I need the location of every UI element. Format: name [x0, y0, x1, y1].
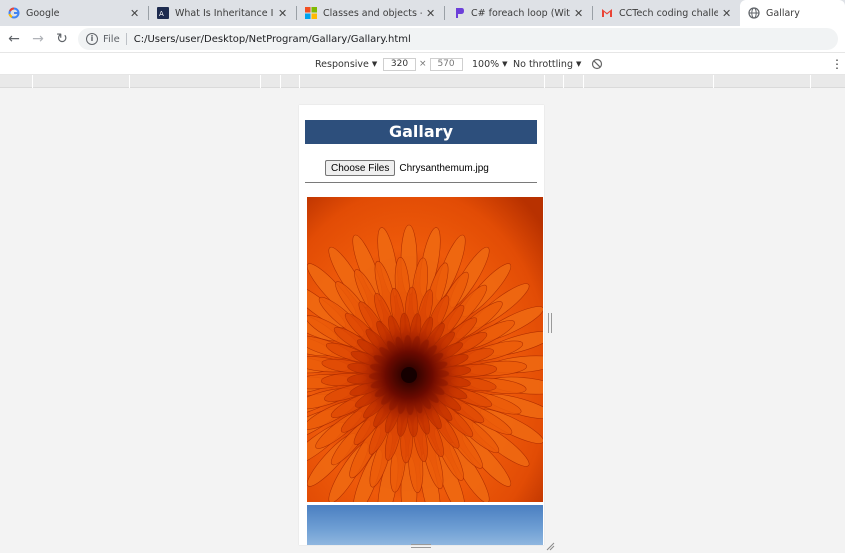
- resize-corner-icon[interactable]: [545, 541, 555, 551]
- height-input[interactable]: 570: [429, 57, 463, 71]
- responsive-dropdown[interactable]: Responsive ▼: [315, 57, 377, 71]
- tab-classes[interactable]: Classes and objects - Intr ✕: [297, 0, 444, 26]
- close-icon[interactable]: ✕: [722, 7, 732, 20]
- resize-handle-right[interactable]: [548, 313, 552, 333]
- device-toolbar: Responsive ▼ 320 × 570 100% ▼ No throttlin…: [0, 52, 845, 75]
- tab-title: C# foreach loop (With Ex: [471, 7, 570, 19]
- url-text: C:/Users/user/Desktop/NetProgram/Gallary…: [133, 33, 411, 45]
- globe-icon: [748, 7, 760, 19]
- resize-handle-bottom[interactable]: [411, 544, 431, 548]
- width-input[interactable]: 320: [383, 57, 416, 71]
- page-title: Gallary: [305, 120, 537, 144]
- zoom-dropdown[interactable]: 100% ▼: [472, 57, 508, 71]
- tab-inheritance[interactable]: A What Is Inheritance In C# ✕: [149, 0, 296, 26]
- close-icon[interactable]: ✕: [278, 7, 288, 20]
- tab-title: What Is Inheritance In C#: [175, 7, 274, 19]
- gmail-icon: [601, 7, 613, 19]
- file-picker: Choose Files Chrysanthemum.jpg: [325, 160, 489, 176]
- reload-icon[interactable]: ↻: [50, 28, 74, 50]
- divider: [305, 182, 537, 183]
- tab-title: Google: [26, 7, 60, 19]
- caret-down-icon: ▼: [502, 60, 508, 68]
- scheme-label: File: [103, 33, 120, 45]
- tab-strip: Google ✕ A What Is Inheritance In C# ✕ C…: [0, 0, 845, 26]
- tab-foreach[interactable]: C# foreach loop (With Ex ✕: [445, 0, 592, 26]
- tab-title: Classes and objects - Intr: [323, 7, 422, 19]
- tab-google[interactable]: Google ✕: [0, 0, 148, 26]
- tab-title: Gallary: [766, 7, 800, 19]
- csharpcorner-icon: A: [157, 7, 169, 19]
- forward-arrow-icon[interactable]: →: [26, 28, 50, 50]
- tab-gallary[interactable]: Gallary: [740, 0, 845, 26]
- rotate-icon[interactable]: [591, 57, 603, 71]
- navigation-bar: ← → ↻ i File C:/Users/user/Desktop/NetPr…: [0, 26, 845, 52]
- gallery-image-second: [307, 505, 543, 545]
- caret-down-icon: ▼: [575, 60, 582, 68]
- selected-file-name: Chrysanthemum.jpg: [399, 162, 489, 174]
- programiz-icon: [453, 7, 465, 19]
- caret-down-icon: ▼: [371, 60, 378, 68]
- close-icon[interactable]: ✕: [130, 7, 140, 20]
- choose-files-button[interactable]: Choose Files: [325, 160, 396, 176]
- gallery-image: [307, 197, 543, 502]
- microsoft-icon: [305, 7, 317, 19]
- tab-cctech[interactable]: CCTech coding challenge ✕: [593, 0, 740, 26]
- info-icon[interactable]: i: [86, 33, 98, 45]
- throttling-dropdown[interactable]: No throttling ▼: [513, 57, 581, 71]
- tab-title: CCTech coding challenge: [619, 7, 718, 19]
- emulated-viewport: Gallary Choose Files Chrysanthemum.jpg: [0, 88, 845, 553]
- address-bar[interactable]: i File C:/Users/user/Desktop/NetProgram/…: [78, 28, 838, 50]
- svg-text:A: A: [159, 10, 164, 18]
- close-icon[interactable]: ✕: [574, 7, 584, 20]
- google-icon: [8, 7, 20, 19]
- more-options-icon[interactable]: ⋮: [831, 57, 843, 71]
- close-icon[interactable]: ✕: [426, 7, 436, 20]
- device-frame: Gallary Choose Files Chrysanthemum.jpg: [299, 105, 544, 545]
- times-sign: ×: [419, 59, 427, 69]
- back-arrow-icon[interactable]: ←: [2, 28, 26, 50]
- media-query-ruler: [0, 75, 845, 88]
